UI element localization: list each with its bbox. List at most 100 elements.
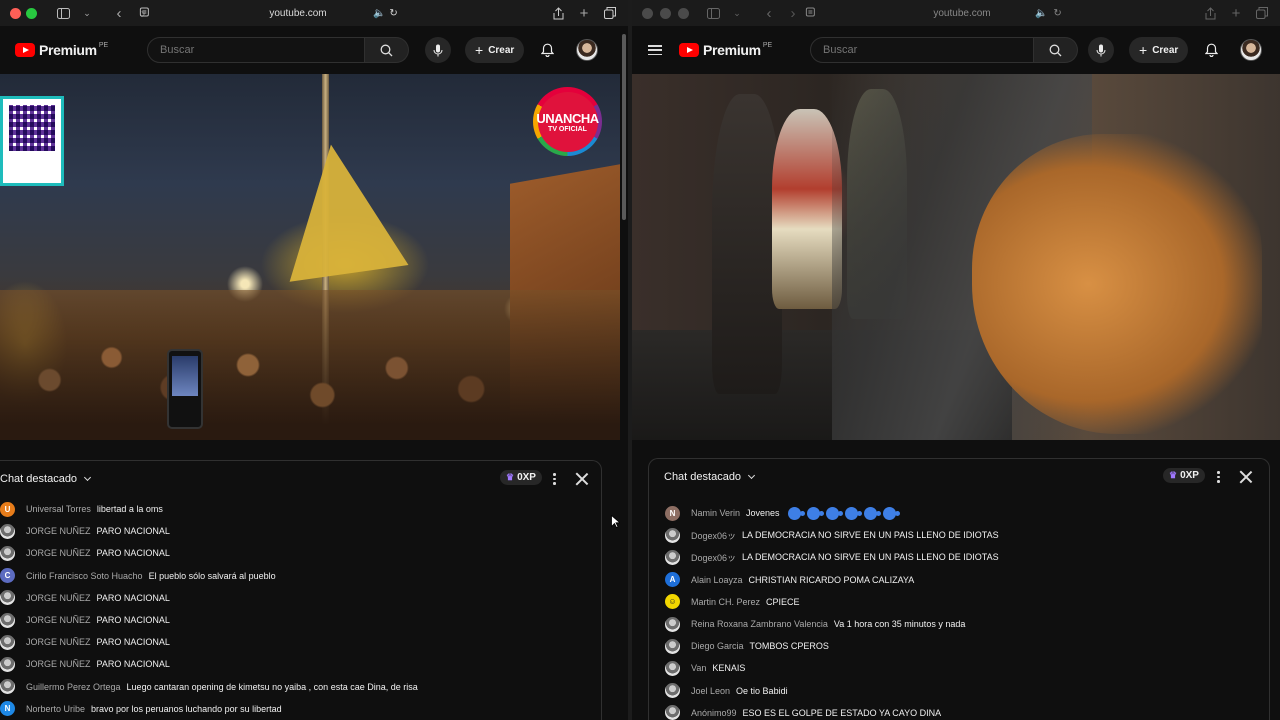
chat-author[interactable]: JORGE NUÑEZ [26, 659, 91, 669]
chat-avatar[interactable]: N [0, 701, 15, 717]
chat-message[interactable]: JORGE NUÑEZ PARO NACIONAL [0, 631, 601, 653]
chat-author[interactable]: Dogex06ッ [691, 551, 736, 564]
close-chat-button[interactable] [575, 472, 589, 486]
search-button[interactable] [365, 37, 409, 63]
create-button[interactable]: + Crear [1129, 37, 1189, 63]
chat-avatar[interactable] [665, 660, 680, 676]
chat-avatar[interactable] [665, 705, 680, 720]
chat-avatar[interactable]: ☺ [665, 594, 680, 610]
chat-author[interactable]: Joel Leon [691, 686, 730, 696]
chat-avatar[interactable] [665, 527, 680, 543]
search-input[interactable] [810, 37, 1034, 63]
chat-author[interactable]: Anónimo99 [691, 708, 737, 718]
xp-badge[interactable]: ♛ 0XP [500, 470, 542, 485]
chat-mode-dropdown[interactable]: Chat destacado [0, 473, 92, 485]
chat-avatar[interactable]: U [0, 501, 15, 517]
page-menu-icon[interactable] [805, 7, 815, 20]
video-player[interactable]: UNANCHA TV OFICIAL [0, 74, 620, 440]
close-window-button[interactable] [642, 7, 653, 19]
chat-author[interactable]: Alain Loayza [691, 575, 743, 585]
chat-message[interactable]: N Namin Verin Jovenes [665, 502, 1269, 524]
chat-avatar[interactable] [665, 616, 680, 632]
zoom-window-button[interactable] [26, 7, 37, 19]
page-scrollbar[interactable] [622, 34, 626, 220]
chat-message[interactable]: JORGE NUÑEZ PARO NACIONAL [0, 587, 601, 609]
chat-message[interactable]: Van KENAIS [665, 657, 1269, 679]
chat-avatar[interactable] [665, 683, 680, 699]
chat-author[interactable]: JORGE NUÑEZ [26, 548, 91, 558]
audio-icon[interactable]: 🔈 [373, 8, 385, 19]
reload-icon[interactable]: ↻ [389, 8, 397, 19]
new-tab-icon[interactable]: + [574, 3, 594, 23]
chat-avatar[interactable] [665, 638, 680, 654]
chat-more-options-button[interactable] [553, 473, 556, 485]
chat-message[interactable]: Guillermo Perez Ortega Luego cantaran ope… [0, 676, 601, 698]
chat-message[interactable]: C Cirilo Francisco Soto Huacho El pueblo s… [0, 565, 601, 587]
xp-badge[interactable]: ♛ 0XP [1163, 468, 1205, 483]
notifications-button[interactable] [537, 40, 557, 60]
chat-author[interactable]: Cirilo Francisco Soto Huacho [26, 571, 143, 581]
account-avatar[interactable] [576, 39, 598, 61]
create-button[interactable]: + Crear [465, 37, 525, 63]
share-icon[interactable] [548, 3, 568, 23]
voice-search-button[interactable] [425, 37, 451, 63]
chat-author[interactable]: Universal Torres [26, 504, 91, 514]
chat-author[interactable]: JORGE NUÑEZ [26, 615, 91, 625]
chat-author[interactable]: Van [691, 663, 706, 673]
chat-message[interactable]: Joel Leon Oe tio Babidi [665, 680, 1269, 702]
youtube-premium-logo[interactable]: Premium PE [15, 42, 108, 58]
chat-message[interactable]: JORGE NUÑEZ PARO NACIONAL [0, 653, 601, 675]
zoom-window-button[interactable] [678, 7, 689, 19]
chat-message[interactable]: U Universal Torres libertad a la oms [0, 498, 601, 520]
chat-message[interactable]: ☺ Martin CH. Perez CPIECE [665, 591, 1269, 613]
chat-avatar[interactable] [0, 679, 15, 695]
voice-search-button[interactable] [1088, 37, 1114, 63]
chat-message[interactable]: Dogex06ッ LA DEMOCRACIA NO SIRVE EN UN PAI… [665, 524, 1269, 546]
chat-avatar[interactable] [0, 523, 15, 539]
youtube-premium-logo[interactable]: Premium PE [679, 42, 772, 58]
chat-author[interactable]: Guillermo Perez Ortega [26, 682, 121, 692]
chat-author[interactable]: JORGE NUÑEZ [26, 593, 91, 603]
search-button[interactable] [1034, 37, 1078, 63]
audio-icon[interactable]: 🔈 [1035, 8, 1047, 19]
chat-message[interactable]: Diego Garcia TOMBOS CPEROS [665, 635, 1269, 657]
address-bar[interactable]: youtube.com 🔈 ↻ [139, 7, 398, 19]
back-icon[interactable]: ‹ [759, 3, 779, 23]
close-window-button[interactable] [10, 7, 21, 19]
page-menu-icon[interactable] [139, 7, 149, 20]
menu-icon[interactable] [648, 45, 662, 55]
tabs-overview-icon[interactable] [1252, 3, 1272, 23]
chat-author[interactable]: Namin Verin [691, 508, 740, 518]
chat-message[interactable]: A Alain Loayza CHRISTIAN RICARDO POMA CALI… [665, 569, 1269, 591]
address-bar[interactable]: youtube.com 🔈 ↻ [805, 7, 1062, 19]
sidebar-icon[interactable] [53, 3, 73, 23]
account-avatar[interactable] [1240, 39, 1262, 61]
back-icon[interactable]: ‹ [109, 3, 129, 23]
close-chat-button[interactable] [1239, 470, 1253, 484]
chat-author[interactable]: Diego Garcia [691, 641, 744, 651]
chat-message[interactable]: JORGE NUÑEZ PARO NACIONAL [0, 520, 601, 542]
minimize-window-button[interactable] [660, 7, 671, 19]
chevron-down-icon[interactable]: ⌄ [727, 3, 747, 23]
video-player[interactable] [632, 74, 1280, 440]
new-tab-icon[interactable]: + [1226, 3, 1246, 23]
chat-message[interactable]: Dogex06ッ LA DEMOCRACIA NO SIRVE EN UN PAI… [665, 546, 1269, 568]
chat-author[interactable]: Dogex06ッ [691, 529, 736, 542]
chat-message[interactable]: JORGE NUÑEZ PARO NACIONAL [0, 609, 601, 631]
chat-author[interactable]: Reina Roxana Zambrano Valencia [691, 619, 828, 629]
chat-author[interactable]: Martin CH. Perez [691, 597, 760, 607]
chat-author[interactable]: Norberto Uribe [26, 704, 85, 714]
tabs-overview-icon[interactable] [600, 3, 620, 23]
chat-avatar[interactable]: N [665, 505, 680, 521]
chat-message[interactable]: N Norberto Uribe bravo por los peruanos lu… [0, 698, 601, 720]
chat-author[interactable]: JORGE NUÑEZ [26, 637, 91, 647]
chat-avatar[interactable] [0, 656, 15, 672]
forward-icon[interactable]: › [783, 3, 803, 23]
chat-avatar[interactable]: A [665, 572, 680, 588]
search-input[interactable] [147, 37, 365, 63]
sidebar-icon[interactable] [703, 3, 723, 23]
notifications-button[interactable] [1201, 40, 1221, 60]
reload-icon[interactable]: ↻ [1053, 8, 1061, 19]
chat-avatar[interactable] [0, 634, 15, 650]
chevron-down-icon[interactable]: ⌄ [77, 3, 97, 23]
